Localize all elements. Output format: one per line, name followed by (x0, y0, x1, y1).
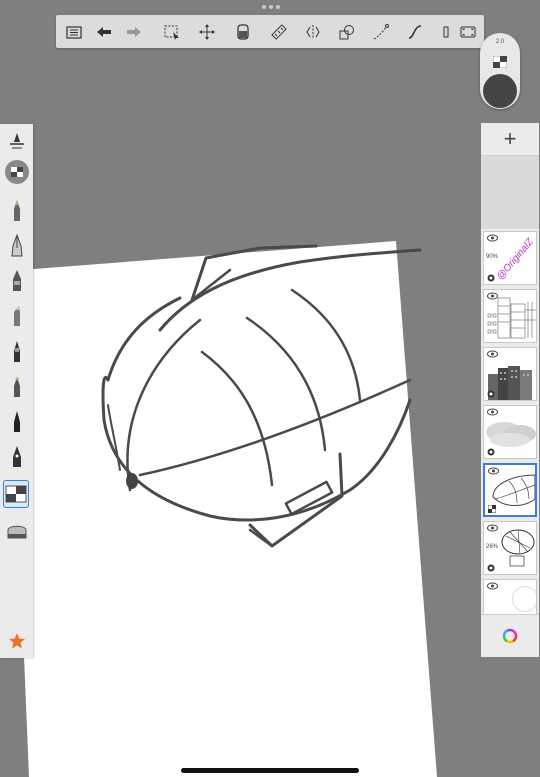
marker-brush-icon[interactable] (3, 266, 30, 294)
favorite-brushes-icon[interactable] (3, 627, 30, 655)
layers-panel: + 90% @OriginalZ 26% (481, 123, 539, 657)
layer-background[interactable] (483, 579, 537, 615)
selection-icon[interactable] (158, 15, 186, 48)
visibility-eye-icon[interactable] (487, 582, 498, 590)
eraser-icon[interactable] (3, 517, 30, 545)
lock-icon[interactable] (487, 274, 495, 282)
drawing-canvas[interactable] (0, 0, 540, 777)
color-wheel-icon[interactable] (502, 628, 518, 644)
building-sketch-thumbnail (487, 297, 536, 339)
visibility-eye-icon[interactable] (487, 234, 498, 242)
fine-pen-icon[interactable] (3, 407, 30, 435)
ruler-icon[interactable] (265, 15, 293, 48)
brush-palette (0, 124, 33, 658)
fullscreen-icon[interactable] (454, 15, 482, 48)
layer-drop-slot (481, 156, 539, 229)
signature-text: @OriginalZ (494, 236, 536, 283)
shapes-icon[interactable] (333, 15, 361, 48)
layer-clouds[interactable] (483, 405, 537, 459)
calligraphy-pen-icon[interactable] (3, 442, 30, 470)
fill-icon[interactable] (229, 15, 257, 48)
brush-size-value[interactable]: 2.0 (480, 39, 520, 45)
layer-options-icon[interactable] (488, 505, 496, 513)
layer-airship-sketch[interactable]: 26% (483, 521, 537, 575)
brush-opacity-toggle-icon[interactable] (3, 158, 30, 186)
toolbar-grabber[interactable] (262, 5, 280, 9)
layer-buildings[interactable] (483, 347, 537, 401)
pen-brush-icon[interactable] (3, 231, 30, 259)
inking-brush-icon[interactable] (3, 372, 30, 400)
top-toolbar (56, 15, 484, 48)
list-icon[interactable] (60, 15, 88, 48)
redo-icon[interactable] (120, 15, 148, 48)
color-wheel-button[interactable] (481, 614, 539, 657)
brush-puck[interactable]: 2.0 (480, 33, 520, 109)
layer-opacity-label: 90% (486, 254, 499, 260)
pencil-brush-icon[interactable] (3, 196, 30, 224)
stroke-icon[interactable] (402, 15, 430, 48)
lock-icon[interactable] (487, 390, 495, 398)
paintbrush-icon[interactable] (3, 337, 30, 365)
layer-building-sketch[interactable] (483, 289, 537, 343)
layer-airship-ink[interactable] (483, 463, 537, 517)
layer-signature[interactable]: 90% @OriginalZ (483, 231, 537, 285)
add-layer-button[interactable]: + (481, 123, 539, 156)
airbrush-icon[interactable] (3, 301, 30, 329)
blender-brush-icon[interactable] (3, 480, 29, 508)
lock-icon[interactable] (487, 448, 495, 456)
background-color-circle[interactable] (512, 586, 536, 612)
home-indicator[interactable] (181, 768, 359, 773)
brush-opacity-icon[interactable] (492, 55, 508, 69)
symmetry-icon[interactable] (299, 15, 327, 48)
transform-icon[interactable] (193, 15, 221, 48)
brush-settings-icon[interactable] (3, 128, 30, 156)
lock-icon[interactable] (487, 564, 495, 572)
current-color-swatch[interactable] (483, 74, 517, 108)
undo-icon[interactable] (90, 15, 118, 48)
perspective-icon[interactable] (368, 15, 396, 48)
